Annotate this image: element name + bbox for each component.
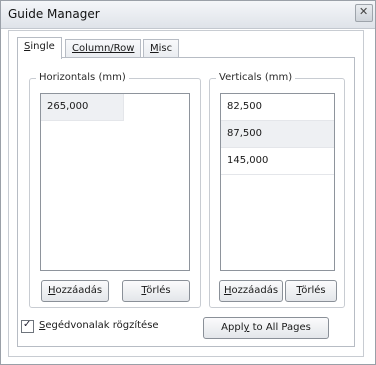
button-label-pre: Appl bbox=[221, 322, 244, 333]
list-item[interactable]: 87,500 bbox=[221, 121, 334, 148]
tab-column-row[interactable]: Column/Row bbox=[65, 39, 142, 58]
verticals-group: Verticals (mm) 82,500 87,500 145,000 Hoz… bbox=[209, 72, 345, 308]
dialog-client-area: Single Column/Row Misc Horizontals (mm) … bbox=[8, 30, 364, 357]
list-item[interactable]: 82,500 bbox=[221, 94, 334, 121]
verticals-legend: Verticals (mm) bbox=[216, 72, 296, 83]
tab-misc[interactable]: Misc bbox=[143, 39, 180, 58]
lock-guides-checkbox[interactable]: ✓ bbox=[21, 319, 34, 333]
title-bar: Guide Manager ✕ bbox=[1, 1, 375, 29]
button-label-rest: örlés bbox=[146, 285, 171, 296]
lock-guides-label[interactable]: Segédvonalak rögzítése bbox=[39, 320, 159, 331]
apply-to-all-pages-button[interactable]: Apply to All Pages bbox=[203, 317, 329, 339]
single-tab-panel: Horizontals (mm) 265,000 Hozzáadás Törlé… bbox=[17, 57, 355, 347]
window-title: Guide Manager bbox=[8, 7, 100, 21]
button-label-rest: ozzáadás bbox=[231, 285, 279, 296]
verticals-add-button[interactable]: Hozzáadás bbox=[219, 280, 283, 302]
checkbox-label-rest: egédvonalak rögzítése bbox=[45, 320, 159, 331]
horizontals-group: Horizontals (mm) 265,000 Hozzáadás Törlé… bbox=[29, 72, 201, 308]
verticals-list[interactable]: 82,500 87,500 145,000 bbox=[220, 93, 335, 271]
tab-accel: C bbox=[72, 43, 79, 54]
horizontals-delete-button[interactable]: Törlés bbox=[122, 280, 190, 302]
tab-label-rest: olumn/Row bbox=[78, 43, 135, 54]
horizontals-list[interactable]: 265,000 bbox=[40, 93, 190, 271]
checkmark-icon: ✓ bbox=[23, 319, 32, 330]
tab-single[interactable]: Single bbox=[17, 37, 62, 59]
close-icon: ✕ bbox=[359, 5, 369, 18]
button-label-rest: örlés bbox=[301, 285, 326, 296]
horizontals-legend: Horizontals (mm) bbox=[36, 72, 129, 83]
close-button[interactable]: ✕ bbox=[355, 4, 373, 22]
horizontals-add-button[interactable]: Hozzáadás bbox=[41, 280, 109, 302]
list-item[interactable]: 145,000 bbox=[221, 148, 334, 175]
tab-label-rest: ingle bbox=[30, 41, 55, 52]
tab-label-rest: isc bbox=[158, 43, 173, 54]
list-item[interactable]: 265,000 bbox=[41, 94, 124, 121]
button-label-post: to All Pages bbox=[249, 322, 311, 333]
tab-accel: M bbox=[150, 43, 159, 54]
verticals-delete-button[interactable]: Törlés bbox=[285, 280, 337, 302]
button-label-rest: ozzáadás bbox=[55, 285, 103, 296]
